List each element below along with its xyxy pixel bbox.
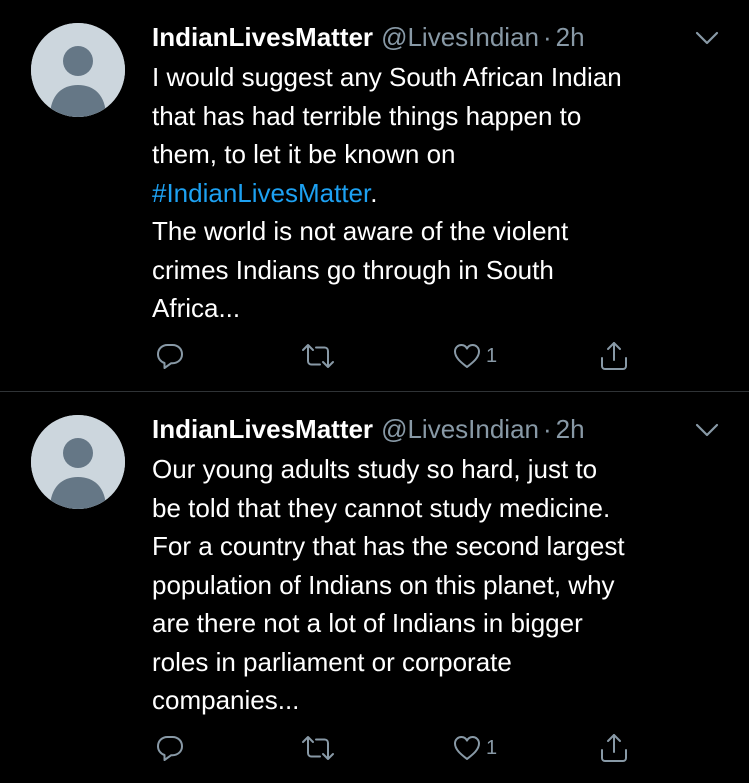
separator: · (543, 22, 552, 52)
display-name[interactable]: IndianLivesMatter (152, 20, 373, 54)
hashtag-link[interactable]: #IndianLivesMatter (152, 178, 370, 208)
like-button[interactable]: 1 (452, 732, 497, 764)
like-count: 1 (486, 737, 498, 759)
like-button[interactable]: 1 (452, 340, 497, 372)
tweet-text-line: Africa... (152, 293, 241, 323)
timeline: IndianLivesMatter @LivesIndian · 2h I wo… (0, 0, 749, 783)
user-handle[interactable]: @LivesIndian (381, 412, 539, 446)
heart-icon (454, 344, 480, 368)
tweet-text-line: them, to let it be known on (152, 139, 456, 169)
retweet-icon (302, 344, 334, 368)
display-name[interactable]: IndianLivesMatter (152, 412, 373, 446)
timestamp[interactable]: 2h (556, 20, 585, 54)
tweet-text-line: Our young adults study so hard, just to (152, 454, 598, 484)
avatar[interactable] (31, 23, 125, 117)
tweet-text-line: companies... (152, 685, 300, 715)
reply-icon (157, 344, 183, 369)
avatar[interactable] (31, 415, 125, 509)
hashtag-suffix: . (370, 177, 378, 208)
tweet[interactable]: IndianLivesMatter @LivesIndian · 2h I wo… (0, 0, 749, 391)
share-icon (601, 342, 627, 370)
tweet-text-line: that has had terrible things happen to (152, 100, 582, 131)
tweet-text: I would suggest any South African Indian… (152, 58, 732, 328)
default-avatar-icon (31, 415, 125, 509)
tweet-text-line: population of Indians on this planet, wh… (152, 569, 615, 600)
reply-icon (157, 736, 183, 761)
tweet-header: IndianLivesMatter @LivesIndian · 2h (152, 412, 585, 446)
tweet-text-line: The world is not aware of the violent (152, 216, 569, 246)
timestamp[interactable]: 2h (556, 412, 585, 446)
tweet-text: Our young adults study so hard, just to … (152, 450, 732, 720)
retweet-icon (302, 736, 334, 760)
share-button[interactable] (598, 732, 630, 764)
tweet-text-line: I would suggest any South African Indian (152, 62, 622, 92)
retweet-button[interactable] (300, 340, 336, 372)
share-button[interactable] (598, 340, 630, 372)
reply-button[interactable] (155, 732, 185, 764)
default-avatar-icon (31, 23, 125, 117)
reply-button[interactable] (155, 340, 185, 372)
chevron-down-icon[interactable] (694, 28, 720, 48)
separator: · (543, 414, 552, 444)
tweet-text-line: #IndianLivesMatter. (152, 174, 732, 213)
tweet-header: IndianLivesMatter @LivesIndian · 2h (152, 20, 585, 54)
tweet-text-line: crimes Indians go through in South (152, 254, 554, 285)
share-icon (601, 734, 627, 762)
tweet-text-line: are there not a lot of Indians in bigger (152, 608, 583, 638)
chevron-down-icon[interactable] (694, 420, 720, 440)
like-count: 1 (486, 345, 498, 367)
heart-icon (454, 736, 480, 760)
retweet-button[interactable] (300, 732, 336, 764)
tweet-text-line: roles in parliament or corporate (152, 646, 512, 677)
user-handle[interactable]: @LivesIndian (381, 20, 539, 54)
tweet-text-line: For a country that has the second larges… (152, 531, 625, 561)
tweet-text-line: be told that they cannot study medicine. (152, 492, 611, 523)
tweet[interactable]: IndianLivesMatter @LivesIndian · 2h Our … (0, 392, 749, 783)
